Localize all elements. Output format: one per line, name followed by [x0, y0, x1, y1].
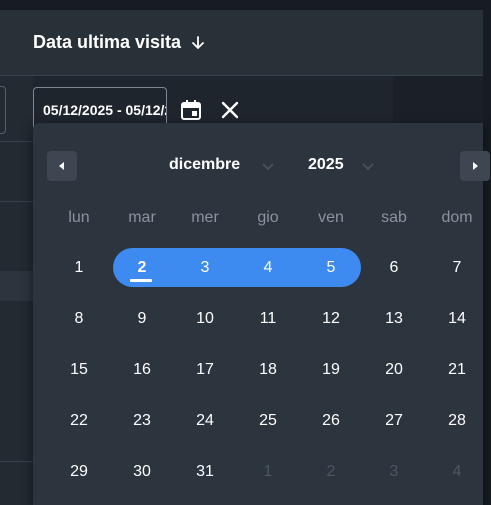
triangle-right-icon: [473, 162, 478, 170]
calendar-day[interactable]: 14: [429, 310, 485, 328]
calendar-day[interactable]: 22: [51, 412, 107, 430]
calendar-icon[interactable]: [180, 99, 202, 121]
calendar-day[interactable]: 13: [366, 310, 422, 328]
top-strip: [0, 0, 491, 10]
arrow-down-icon[interactable]: [191, 36, 205, 50]
scrollbar-edge: [483, 10, 491, 505]
chevron-down-icon[interactable]: [261, 159, 275, 173]
weekday-label: sab: [381, 209, 407, 226]
calendar-day[interactable]: 18: [240, 361, 296, 379]
calendar-day[interactable]: 29: [51, 463, 107, 481]
date-picker-popup: dicembre 2025 lun mar mer gio ven sab do…: [33, 123, 490, 505]
row-divider: [0, 461, 33, 462]
calendar-day[interactable]: 31: [177, 463, 233, 481]
column-header-title[interactable]: Data ultima visita: [33, 32, 181, 53]
calendar-day[interactable]: 23: [114, 412, 170, 430]
filter-row-dark: [393, 76, 483, 124]
previous-filter-field[interactable]: [0, 86, 6, 134]
calendar-day[interactable]: 25: [240, 412, 296, 430]
calendar-day[interactable]: 11: [240, 310, 296, 328]
triangle-left-icon: [59, 162, 64, 170]
calendar-day[interactable]: 16: [114, 361, 170, 379]
calendar-day[interactable]: 17: [177, 361, 233, 379]
weekday-label: gio: [257, 209, 279, 226]
calendar-day[interactable]: 26: [303, 412, 359, 430]
date-range-value: 05/12/2025 - 05/12/2025: [43, 102, 166, 118]
table-left-area: [0, 76, 33, 505]
year-select[interactable]: 2025: [308, 156, 344, 174]
calendar-day[interactable]: 3: [177, 259, 233, 277]
calendar-day[interactable]: 7: [429, 259, 485, 277]
calendar-day[interactable]: 10: [177, 310, 233, 328]
calendar-day[interactable]: 28: [429, 412, 485, 430]
calendar-day[interactable]: 1: [51, 259, 107, 277]
calendar-day-next-month[interactable]: 2: [303, 463, 359, 481]
calendar-day[interactable]: 20: [366, 361, 422, 379]
weekday-label: dom: [441, 209, 473, 226]
calendar-day[interactable]: 4: [240, 259, 296, 277]
weekday-label: lun: [68, 209, 90, 226]
calendar-day-next-month[interactable]: 3: [366, 463, 422, 481]
next-month-button[interactable]: [460, 151, 490, 181]
calendar-day[interactable]: 24: [177, 412, 233, 430]
calendar-day[interactable]: 9: [114, 310, 170, 328]
row-band: [0, 271, 33, 301]
calendar-day[interactable]: 6: [366, 259, 422, 277]
calendar-day[interactable]: 30: [114, 463, 170, 481]
calendar-day[interactable]: 12: [303, 310, 359, 328]
close-icon[interactable]: [220, 100, 240, 120]
calendar-day[interactable]: 19: [303, 361, 359, 379]
calendar-day-next-month[interactable]: 1: [240, 463, 296, 481]
calendar-day[interactable]: 8: [51, 310, 107, 328]
month-select[interactable]: dicembre: [169, 156, 240, 174]
row-divider: [0, 141, 33, 142]
calendar-day[interactable]: 15: [51, 361, 107, 379]
calendar-day[interactable]: 21: [429, 361, 485, 379]
chevron-down-icon[interactable]: [361, 159, 375, 173]
calendar-day-today[interactable]: 2: [114, 259, 170, 277]
calendar-day[interactable]: 27: [366, 412, 422, 430]
calendar-day-next-month[interactable]: 4: [429, 463, 485, 481]
column-header[interactable]: Data ultima visita: [0, 10, 483, 76]
weekday-label: mar: [128, 209, 156, 226]
prev-month-button[interactable]: [47, 151, 77, 181]
calendar-day[interactable]: 5: [303, 259, 359, 277]
weekday-label: ven: [318, 209, 344, 226]
today-indicator: [130, 279, 152, 282]
row-divider: [0, 201, 33, 202]
weekday-label: mer: [191, 209, 219, 226]
